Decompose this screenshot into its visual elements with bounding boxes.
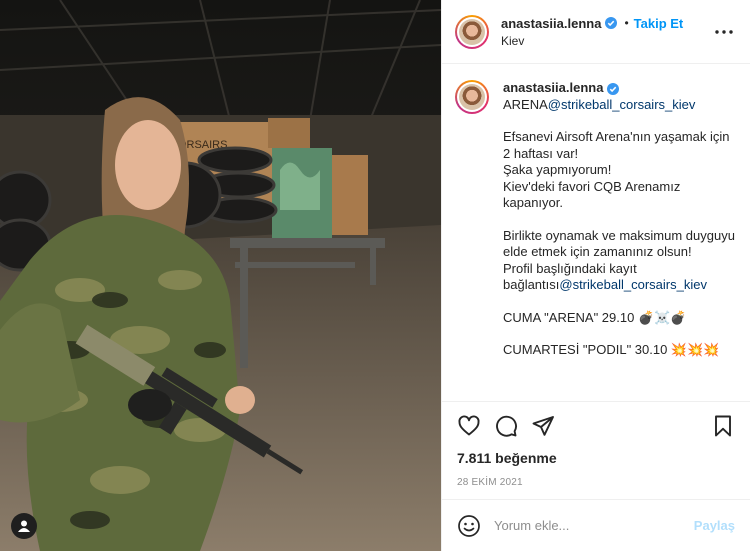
follow-button[interactable]: Takip Et — [634, 16, 684, 31]
mention-link[interactable]: @strikeball_corsairs_kiev — [548, 97, 696, 112]
comment-icon[interactable] — [494, 414, 518, 438]
caption-username-link[interactable]: anastasiia.lenna — [503, 80, 603, 95]
caption-line-first: ARENA — [503, 96, 548, 112]
separator-dot: • — [624, 16, 629, 30]
comment-bar: Paylaş — [442, 499, 750, 551]
location-link[interactable]: Kiev — [501, 34, 683, 48]
emoji-icon[interactable] — [457, 514, 481, 538]
share-button[interactable]: Paylaş — [694, 518, 735, 533]
caption-para-4: Birlikte oynamak ve maksimum duyguyu eld… — [503, 227, 735, 260]
bookmark-icon[interactable] — [711, 414, 735, 438]
heart-icon[interactable] — [457, 414, 481, 438]
verified-badge-icon — [607, 82, 620, 95]
more-options-icon[interactable] — [714, 22, 734, 42]
user-tag-icon — [18, 520, 30, 532]
header-text: anastasiia.lenna • Takip Et Kiev — [501, 16, 683, 48]
user-tag-button[interactable] — [11, 513, 37, 539]
mention-link[interactable]: @strikeball_corsairs_kiev — [559, 277, 707, 292]
caption-para-2: Şaka yapmıyorum! — [503, 162, 612, 177]
comment-input[interactable] — [494, 518, 684, 533]
post-date: 28 EKİM 2021 — [457, 477, 523, 488]
caption-event-2: CUMARTESİ "PODIL" 30.10 💥💥💥 — [503, 342, 720, 357]
caption-text: anastasiia.lenna ARENA@strikeball_corsai… — [503, 80, 737, 359]
caption-event-1: CUMA "ARENA" 29.10 💣☠️💣 — [503, 309, 687, 325]
send-icon[interactable] — [531, 414, 555, 438]
post-header: anastasiia.lenna • Takip Et Kiev — [442, 0, 750, 64]
caption-para-1: Efsanevi Airsoft Arena'nın yaşamak için … — [503, 129, 730, 161]
avatar[interactable] — [455, 14, 489, 49]
caption-section: anastasiia.lenna ARENA@strikeball_corsai… — [442, 64, 750, 402]
username-link[interactable]: anastasiia.lenna — [501, 16, 601, 31]
caption-para-3: Kiev'deki favori CQB Arenamız kapanıyor. — [503, 178, 681, 211]
caption-avatar[interactable] — [455, 80, 489, 114]
post-side-panel: anastasiia.lenna • Takip Et Kiev anastas… — [441, 0, 750, 551]
photo-illustration: CORSAIRS — [0, 0, 441, 551]
action-bar — [442, 402, 750, 444]
verified-badge-icon — [605, 17, 618, 29]
post-photo[interactable]: CORSAIRS — [0, 0, 441, 551]
likes-count[interactable]: 7.811 beğenme — [442, 450, 750, 466]
